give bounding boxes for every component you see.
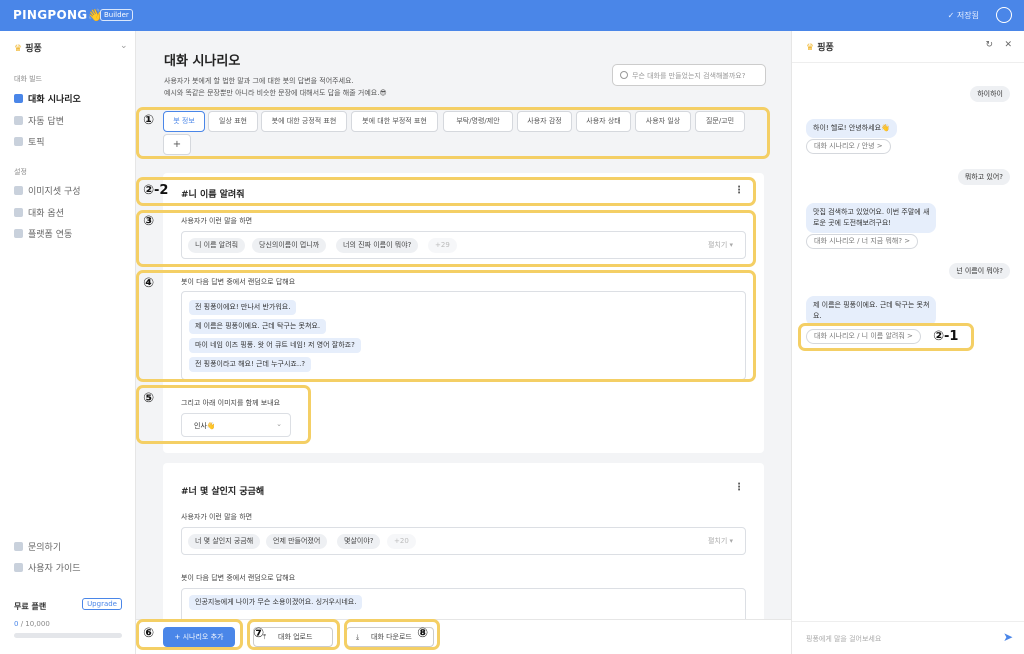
send-icon[interactable]: ➤ <box>1003 630 1013 644</box>
answer-label: 봇이 다음 답변 중에서 랜덤으로 답해요 <box>181 574 296 582</box>
sidebar-item-auto-answer[interactable]: 자동 답변 <box>14 114 64 127</box>
usage-count: 0 / 10,000 <box>14 620 122 628</box>
crown-icon: ♛ <box>14 44 23 54</box>
sidebar-item-label: 대화 시나리오 <box>28 95 81 105</box>
account-icon[interactable] <box>996 7 1012 23</box>
usage-max: / 10,000 <box>18 620 50 628</box>
upgrade-button[interactable]: Upgrade <box>82 598 122 610</box>
bot-selector[interactable]: ♛ 핑퐁 ⌄ <box>14 41 128 54</box>
app-logo[interactable]: PINGPONG👋 <box>13 8 103 22</box>
reset-icon[interactable]: ↻ <box>985 40 993 50</box>
sidebar-item-imageset[interactable]: 이미지셋 구성 <box>14 184 81 197</box>
bot-message: 맛집 검색하고 있었어요. 이번 주말에 새로운 곳에 도전해보려구요! <box>806 203 937 233</box>
user-message: 넌 이름이 뭐야? <box>949 263 1010 279</box>
chat-header: ♛ 핑퐁 ↻ ✕ <box>792 31 1024 63</box>
more-utterances-count[interactable]: +20 <box>387 534 416 549</box>
search-input[interactable]: 무슨 대화를 만들었는지 검색해볼까요? <box>612 64 766 86</box>
help-icon <box>14 563 23 572</box>
plan-box: 무료 플랜 Upgrade 0 / 10,000 <box>14 598 122 638</box>
annotation-label: ⑧ <box>417 626 429 641</box>
sidebar-item-platform[interactable]: 플랫폼 연동 <box>14 227 72 240</box>
user-utterance-box[interactable]: 너 몇 살인지 궁금해 언제 만들어졌어 몇살이야? +20 펼치기 ▾ <box>181 527 746 555</box>
chevron-down-icon: ⌄ <box>120 41 128 51</box>
section-settings-label: 설정 <box>14 168 27 176</box>
options-icon <box>14 208 23 217</box>
annotation-label: ③ <box>143 214 155 229</box>
sidebar-item-scenario[interactable]: 대화 시나리오 <box>14 92 81 105</box>
desc-line: 예시와 똑같은 문장뿐만 아니라 비슷한 문장에 대해서도 답을 해줄 거예요.… <box>164 89 387 97</box>
scenario-tag[interactable]: 대화 시나리오 / 안녕 > <box>806 139 891 154</box>
bot-message-line: 요. <box>813 312 822 320</box>
page-description: 사용자가 봇에게 할 법한 말과 그에 대한 봇의 답변을 적어주세요. 예시와 … <box>164 75 387 99</box>
desc-line: 사용자가 봇에게 할 법한 말과 그에 대한 봇의 답변을 적어주세요. <box>164 77 354 85</box>
sidebar-item-topic[interactable]: 토픽 <box>14 135 45 148</box>
sidebar-item-contact[interactable]: 문의하기 <box>14 540 61 553</box>
utterance-chip[interactable]: 너 몇 살인지 궁금해 <box>188 534 261 549</box>
bot-message-line: 맛집 검색하고 있었어요. 이번 주말에 새 <box>813 208 930 216</box>
top-bar: PINGPONG👋 Builder ✓ 저장됨 <box>0 0 1024 31</box>
annotation-box-1 <box>136 107 770 159</box>
annotation-label: ⑥ <box>143 626 155 641</box>
sidebar: ♛ 핑퐁 ⌄ 대화 빌드 대화 시나리오 자동 답변 토픽 설정 이미지셋 구성 … <box>0 31 136 654</box>
sidebar-item-label: 자동 답변 <box>28 117 64 127</box>
sidebar-item-label: 대화 옵션 <box>28 209 64 219</box>
image-icon <box>14 186 23 195</box>
sidebar-item-label: 토픽 <box>28 138 45 148</box>
scenario-tag[interactable]: 대화 시나리오 / 너 지금 뭐해? > <box>806 234 919 249</box>
chat-input[interactable]: 핑퐁에게 말을 걸어보세요 ➤ <box>792 621 1024 654</box>
bot-message: 하이! 헬로! 안녕하세요👋 <box>806 119 897 138</box>
builder-badge: Builder <box>100 9 133 21</box>
annotation-label: ②-1 <box>933 329 959 344</box>
reply-icon <box>14 116 23 125</box>
crown-icon: ♛ <box>806 43 815 53</box>
user-message: 뭐하고 있어? <box>957 169 1010 185</box>
chat-bot-name-text: 핑퐁 <box>817 43 834 53</box>
annotation-label: ⑦ <box>253 626 265 641</box>
annotation-box-2-2 <box>136 177 756 206</box>
page-title: 대화 시나리오 <box>164 54 241 69</box>
scenario-card: #너 몇 살인지 궁금해 ⋮ 사용자가 이런 말을 하면 너 몇 살인지 궁금해… <box>163 463 764 648</box>
chat-bot-name: ♛ 핑퐁 <box>806 40 834 53</box>
chat-input-placeholder: 핑퐁에게 말을 걸어보세요 <box>806 635 882 643</box>
platform-icon <box>14 229 23 238</box>
bot-message-line: 제 이름은 핑퐁이에요. 근데 탁구는 못쳐 <box>813 301 930 309</box>
bot-message-line: 로운 곳에 도전해보려구요! <box>813 219 892 227</box>
annotation-label: ① <box>143 113 155 128</box>
annotation-box-4 <box>136 270 756 382</box>
annotation-label: ⑤ <box>143 391 155 406</box>
sidebar-item-chat-options[interactable]: 대화 옵션 <box>14 206 64 219</box>
answer-item[interactable]: 인공지능에게 나이가 무슨 소용이겠어요. 싱거우시네요. <box>189 595 363 610</box>
search-placeholder: 무슨 대화를 만들었는지 검색해볼까요? <box>632 72 746 80</box>
section-build-label: 대화 빌드 <box>14 75 42 83</box>
topic-icon <box>14 137 23 146</box>
search-icon <box>620 71 628 79</box>
user-input-label: 사용자가 이런 말을 하면 <box>181 513 253 521</box>
annotation-label: ②-2 <box>143 183 169 198</box>
sidebar-item-label: 사용자 가이드 <box>28 564 81 574</box>
sidebar-item-guide[interactable]: 사용자 가이드 <box>14 561 81 574</box>
scenario-title[interactable]: #너 몇 살인지 궁금해 <box>181 484 264 497</box>
close-icon[interactable]: ✕ <box>1004 40 1012 50</box>
utterance-chip[interactable]: 몇살이야? <box>337 534 381 549</box>
sidebar-item-label: 플랫폼 연동 <box>28 230 73 240</box>
pencil-icon <box>14 542 23 551</box>
annotation-box-3 <box>136 210 756 267</box>
usage-bar <box>14 633 122 638</box>
expand-toggle[interactable]: 펼치기 ▾ <box>708 536 733 546</box>
user-message: 하이하이 <box>970 86 1010 102</box>
more-icon[interactable]: ⋮ <box>734 482 744 493</box>
annotation-label: ④ <box>143 276 155 291</box>
save-status: ✓ 저장됨 <box>947 11 979 20</box>
annotation-box-5 <box>136 385 311 444</box>
sidebar-item-label: 문의하기 <box>28 543 62 553</box>
chat-icon <box>14 94 23 103</box>
sidebar-item-label: 이미지셋 구성 <box>28 187 81 197</box>
bot-name: 핑퐁 <box>25 44 42 54</box>
bot-message: 제 이름은 핑퐁이에요. 근데 탁구는 못쳐요. <box>806 296 937 326</box>
utterance-chip[interactable]: 언제 만들어졌어 <box>266 534 328 549</box>
